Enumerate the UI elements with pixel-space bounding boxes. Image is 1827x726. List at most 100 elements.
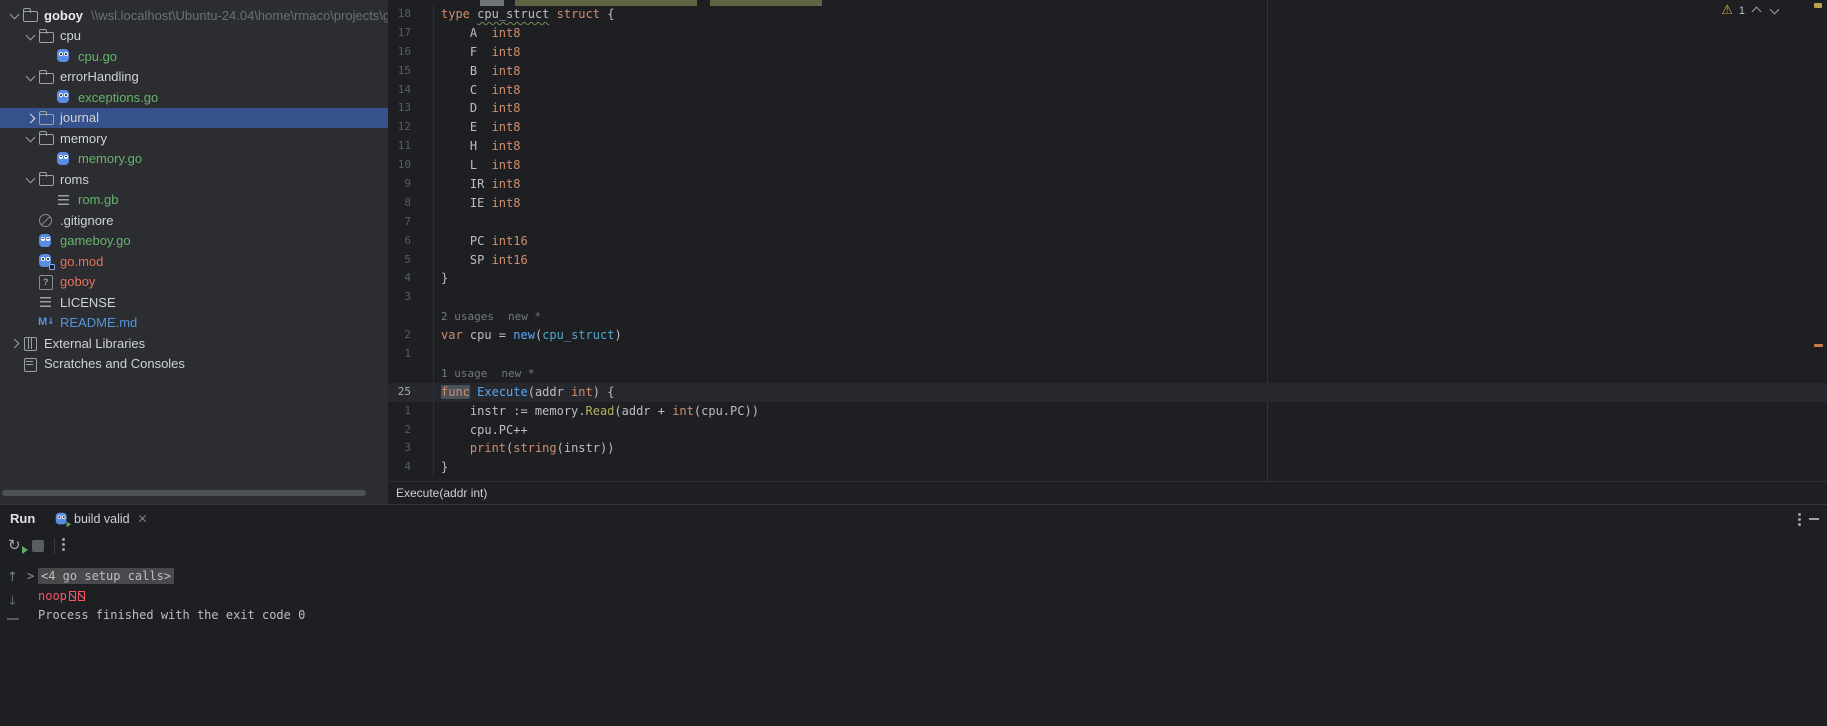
editor-line[interactable]: 13 D int8 xyxy=(388,99,1827,118)
line-number-gutter[interactable]: 2 xyxy=(388,326,434,345)
folded-output-text[interactable]: <4 go setup calls> xyxy=(38,568,174,584)
usages-inlay-hint[interactable]: 1 usage new * xyxy=(434,364,534,383)
editor-line[interactable]: 1 instr := memory.Read(addr + int(cpu.PC… xyxy=(388,402,1827,421)
line-number-gutter[interactable]: 10 xyxy=(388,156,434,175)
editor-line[interactable]: 7 xyxy=(388,213,1827,232)
tree-item-goboy[interactable]: goboy xyxy=(0,272,388,293)
console-line-fold[interactable]: <4 go setup calls> xyxy=(38,567,1827,587)
editor-lines[interactable]: 18type cpu_struct struct {17 A int816 F … xyxy=(388,5,1827,477)
inlay-text[interactable]: new * xyxy=(501,367,534,380)
editor-line[interactable]: 9 IR int8 xyxy=(388,175,1827,194)
chevron-open-icon[interactable] xyxy=(22,28,38,44)
more-options-kebab-icon[interactable] xyxy=(1798,518,1801,521)
tree-item-scratches-and-consoles[interactable]: Scratches and Consoles xyxy=(0,354,388,375)
editor-line-current[interactable]: 25func Execute(addr int) { xyxy=(388,383,1827,402)
run-tab-build-valid[interactable]: build valid xyxy=(54,508,149,530)
code-editor[interactable]: 18type cpu_struct struct {17 A int816 F … xyxy=(388,0,1827,481)
line-number-gutter[interactable]: 9 xyxy=(388,175,434,194)
line-number-gutter[interactable]: 17 xyxy=(388,24,434,43)
line-number-gutter[interactable] xyxy=(388,307,434,326)
editor-line[interactable]: 2 usagesnew * xyxy=(388,307,1827,326)
inlay-text[interactable]: new * xyxy=(508,310,541,323)
chevron-open-icon[interactable] xyxy=(22,69,38,85)
editor-line[interactable]: 1 xyxy=(388,345,1827,364)
chevron-open-icon[interactable] xyxy=(22,130,38,146)
chevron-closed-icon[interactable] xyxy=(6,335,22,351)
editor-line[interactable]: 6 PC int16 xyxy=(388,232,1827,251)
scrollbar-warning-mark[interactable] xyxy=(1814,3,1822,8)
line-number-gutter[interactable]: 6 xyxy=(388,232,434,251)
line-number-gutter[interactable]: 1 xyxy=(388,345,434,364)
tree-item-errorhandling[interactable]: errorHandling xyxy=(0,67,388,88)
tree-item-license[interactable]: LICENSE xyxy=(0,292,388,313)
line-number-gutter[interactable]: 3 xyxy=(388,439,434,458)
chevron-open-icon[interactable] xyxy=(6,7,22,23)
tree-item-go.mod[interactable]: go.mod xyxy=(0,251,388,272)
up-arrow-icon[interactable]: ↑ xyxy=(7,570,18,585)
tree-item-.gitignore[interactable]: .gitignore xyxy=(0,210,388,231)
editor-line[interactable]: 17 A int8 xyxy=(388,24,1827,43)
editor-line[interactable]: 2 cpu.PC++ xyxy=(388,421,1827,440)
line-number-gutter[interactable]: 1 xyxy=(388,402,434,421)
hide-panel-icon[interactable] xyxy=(1809,518,1819,520)
line-number-gutter[interactable]: 12 xyxy=(388,118,434,137)
tree-item-gameboy.go[interactable]: gameboy.go xyxy=(0,231,388,252)
line-number-gutter[interactable]: 13 xyxy=(388,99,434,118)
editor-line[interactable]: 4} xyxy=(388,269,1827,288)
line-number-gutter[interactable]: 15 xyxy=(388,62,434,81)
editor-line[interactable]: 16 F int8 xyxy=(388,43,1827,62)
tree-item-external-libraries[interactable]: External Libraries xyxy=(0,333,388,354)
next-problem-chevron-down-icon[interactable] xyxy=(1769,5,1781,17)
tree-item-readme.md[interactable]: README.md xyxy=(0,313,388,334)
chevron-open-icon[interactable] xyxy=(22,171,38,187)
editor-line[interactable]: 12 E int8 xyxy=(388,118,1827,137)
breadcrumb[interactable]: Execute(addr int) xyxy=(388,481,1827,504)
inlay-text[interactable]: 1 usage xyxy=(441,367,487,380)
stop-button[interactable] xyxy=(32,540,44,552)
tree-item-cpu[interactable]: cpu xyxy=(0,26,388,47)
close-icon[interactable] xyxy=(137,513,149,525)
editor-line[interactable]: 5 SP int16 xyxy=(388,251,1827,270)
line-number-gutter[interactable]: 5 xyxy=(388,251,434,270)
scrollbar-change-mark[interactable] xyxy=(1814,344,1823,347)
line-number-gutter[interactable]: 4 xyxy=(388,458,434,477)
tree-item-goboy[interactable]: goboy\\wsl.localhost\Ubuntu-24.04\home\r… xyxy=(0,5,388,26)
line-number-gutter[interactable]: 14 xyxy=(388,81,434,100)
editor-line[interactable]: 18type cpu_struct struct { xyxy=(388,5,1827,24)
chevron-closed-icon[interactable] xyxy=(22,110,38,126)
tree-item-cpu.go[interactable]: cpu.go xyxy=(0,46,388,67)
editor-line[interactable]: 2var cpu = new(cpu_struct) xyxy=(388,326,1827,345)
line-number-gutter[interactable]: 16 xyxy=(388,43,434,62)
breadcrumb-item[interactable]: Execute(addr int) xyxy=(396,486,487,500)
tree-item-rom.gb[interactable]: rom.gb xyxy=(0,190,388,211)
editor-line[interactable]: 1 usage new * xyxy=(388,364,1827,383)
run-console[interactable]: ↑ ↓ > <4 go setup calls>noopProcess fini… xyxy=(0,565,1827,726)
editor-line[interactable]: 3 xyxy=(388,288,1827,307)
line-number-gutter[interactable] xyxy=(388,364,434,383)
line-number-gutter[interactable]: 2 xyxy=(388,421,434,440)
editor-line[interactable]: 11 H int8 xyxy=(388,137,1827,156)
usages-inlay-hint[interactable]: 2 usagesnew * xyxy=(434,307,541,326)
editor-line[interactable]: 8 IE int8 xyxy=(388,194,1827,213)
inspections-widget[interactable]: ⚠ 1 xyxy=(1721,3,1781,18)
tree-item-journal[interactable]: journal xyxy=(0,108,388,129)
editor-line[interactable]: 3 print(string(instr)) xyxy=(388,439,1827,458)
line-number-gutter[interactable]: 8 xyxy=(388,194,434,213)
line-number-gutter[interactable]: 7 xyxy=(388,213,434,232)
editor-line[interactable]: 10 L int8 xyxy=(388,156,1827,175)
toolbar-more-kebab-icon[interactable] xyxy=(62,543,65,546)
line-number-gutter[interactable]: 25 xyxy=(388,383,434,402)
editor-line[interactable]: 14 C int8 xyxy=(388,81,1827,100)
editor-line[interactable]: 15 B int8 xyxy=(388,62,1827,81)
rerun-button[interactable] xyxy=(8,537,26,555)
tree-item-exceptions.go[interactable]: exceptions.go xyxy=(0,87,388,108)
line-number-gutter[interactable]: 11 xyxy=(388,137,434,156)
tree-horizontal-scrollbar[interactable] xyxy=(2,490,366,496)
tree-item-memory.go[interactable]: memory.go xyxy=(0,149,388,170)
down-arrow-icon[interactable]: ↓ xyxy=(7,594,18,609)
line-number-gutter[interactable]: 18 xyxy=(388,5,434,24)
line-number-gutter[interactable]: 4 xyxy=(388,269,434,288)
previous-problem-chevron-up-icon[interactable] xyxy=(1751,5,1763,17)
tree-item-memory[interactable]: memory xyxy=(0,128,388,149)
line-number-gutter[interactable]: 3 xyxy=(388,288,434,307)
